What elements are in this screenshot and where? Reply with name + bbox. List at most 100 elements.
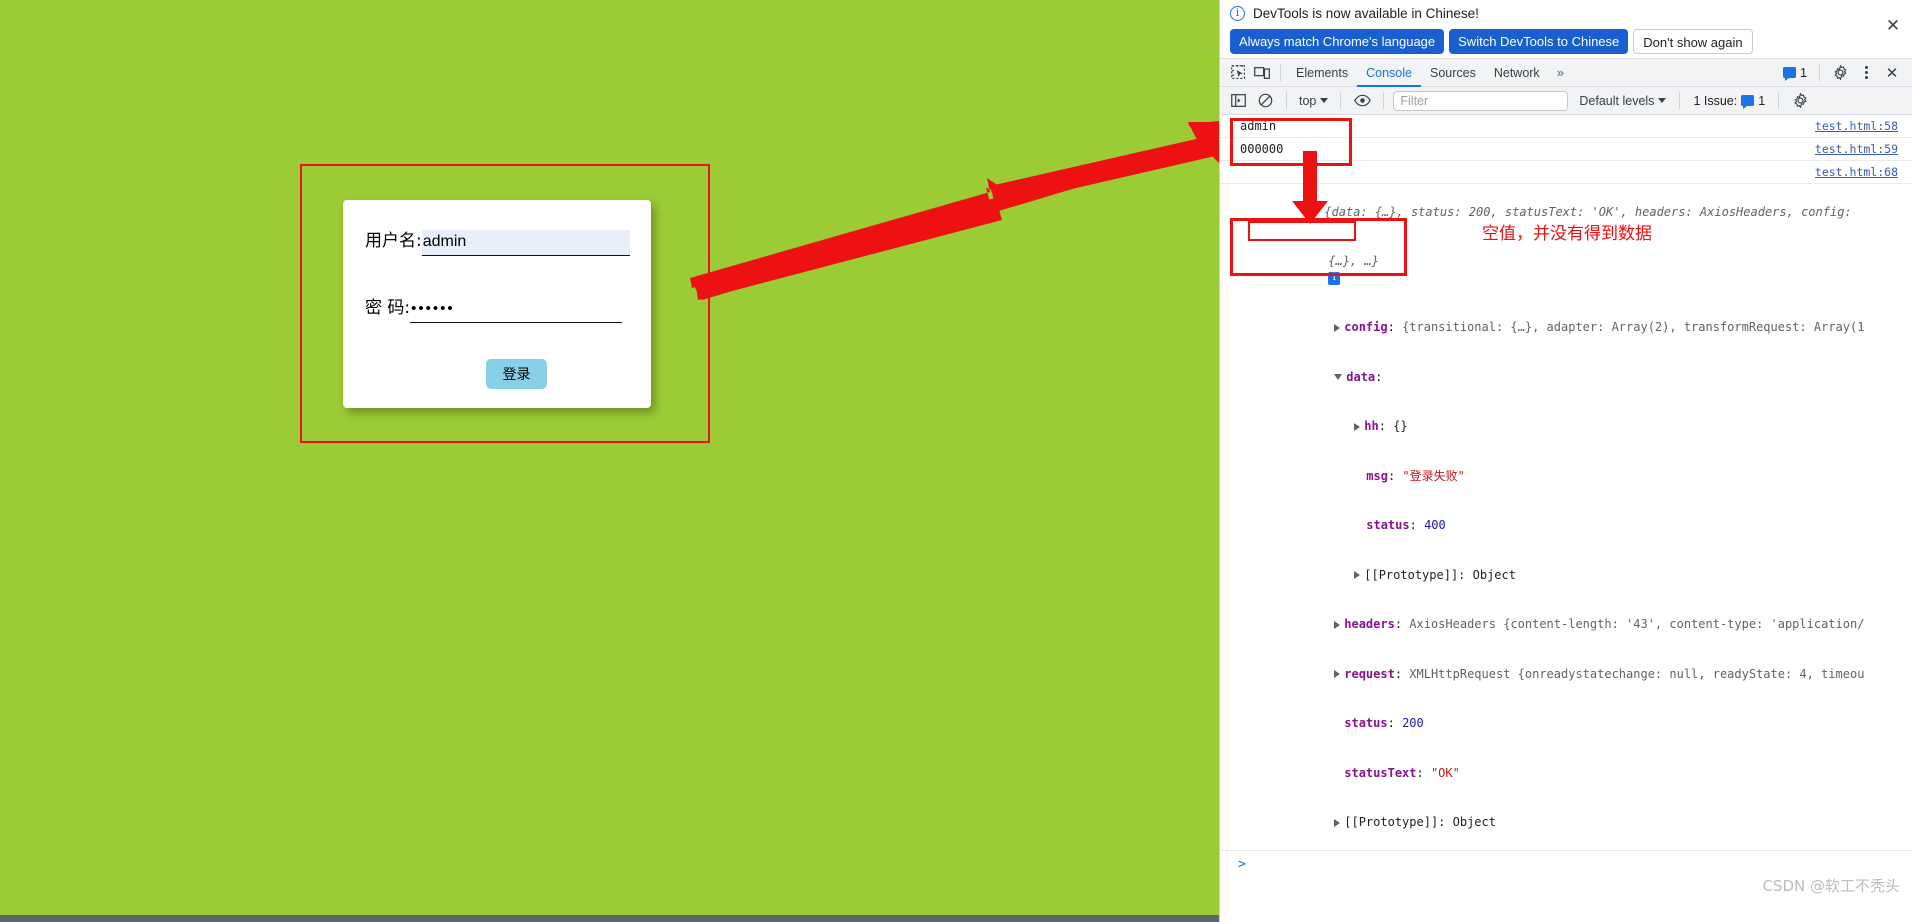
- issues-summary[interactable]: 1 Issue: 1: [1689, 93, 1769, 109]
- console-row-message: admin: [1240, 119, 1277, 133]
- data-prototype-text: [[Prototype]]: Object: [1364, 567, 1516, 582]
- chevron-down-icon-levels: [1658, 98, 1667, 103]
- data-status-value: 400: [1424, 518, 1446, 532]
- data-status-key: status: [1366, 518, 1410, 532]
- object-prop-config[interactable]: config: {transitional: {…}, adapter: Arr…: [1240, 303, 1912, 353]
- password-input[interactable]: ••••••: [410, 297, 623, 323]
- message-icon-2: [1741, 95, 1755, 109]
- message-icon: [1783, 67, 1797, 81]
- browser-page-pane: 用户名: admin 密 码: •••••• 登录: [0, 0, 1219, 922]
- headers-key: headers: [1344, 617, 1395, 631]
- object-prop-prototype[interactable]: [[Prototype]]: Object: [1240, 798, 1912, 848]
- object-prop-msg[interactable]: msg: "登录失败": [1240, 451, 1912, 501]
- username-row: 用户名: admin: [365, 226, 630, 256]
- inspect-element-icon[interactable]: [1226, 62, 1250, 84]
- dont-show-again-button[interactable]: Don't show again: [1633, 29, 1753, 54]
- object-summary-text-2: {…}, …}: [1328, 254, 1379, 268]
- more-tabs-chevron-icon[interactable]: »: [1549, 65, 1572, 80]
- issues-count-badge[interactable]: 1: [1779, 66, 1811, 81]
- statustext-value: "OK": [1430, 765, 1460, 780]
- disclosure-triangle-proto[interactable]: [1334, 818, 1341, 827]
- login-submit-button[interactable]: 登录: [486, 359, 547, 389]
- object-prop-data-prototype[interactable]: [[Prototype]]: Object: [1240, 550, 1912, 600]
- clear-console-icon[interactable]: [1253, 90, 1277, 112]
- always-match-language-button[interactable]: Always match Chrome's language: [1230, 29, 1445, 54]
- object-prop-hh[interactable]: hh: {}: [1240, 402, 1912, 452]
- prototype-text: [[Prototype]]: Object: [1344, 815, 1496, 829]
- close-devtools-icon[interactable]: ✕: [1880, 62, 1904, 84]
- console-sidebar-icon[interactable]: [1226, 90, 1250, 112]
- request-value: XMLHttpRequest {onreadystatechange: null…: [1409, 666, 1865, 681]
- disclosure-triangle-hh[interactable]: [1354, 422, 1361, 431]
- switch-to-chinese-button[interactable]: Switch DevTools to Chinese: [1449, 29, 1629, 54]
- filter-divider-1: [1286, 92, 1287, 109]
- tab-sources[interactable]: Sources: [1421, 59, 1485, 87]
- statustext-key: statusText: [1344, 765, 1417, 780]
- hh-value: {}: [1393, 419, 1408, 433]
- object-summary-text: {data: {…}, status: 200, statusText: 'OK…: [1324, 204, 1852, 219]
- config-key: config: [1344, 320, 1388, 334]
- console-settings-icon[interactable]: [1788, 90, 1812, 112]
- execution-context-select[interactable]: top: [1296, 94, 1331, 108]
- console-message-list[interactable]: admin test.html:58 000000 test.html:59 t…: [1220, 115, 1912, 922]
- object-prop-request[interactable]: request: XMLHttpRequest {onreadystatecha…: [1240, 649, 1912, 699]
- disclosure-triangle-data[interactable]: [1334, 374, 1343, 380]
- console-expanded-object[interactable]: {data: {…}, status: 200, statusText: 'OK…: [1220, 184, 1912, 851]
- info-badge-icon[interactable]: i: [1328, 271, 1341, 285]
- tab-network[interactable]: Network: [1485, 59, 1549, 87]
- chevron-down-icon: [1320, 98, 1329, 103]
- filter-input[interactable]: [1393, 90, 1569, 111]
- username-input[interactable]: admin: [421, 230, 630, 256]
- msg-key: msg: [1366, 468, 1388, 483]
- console-row-username[interactable]: admin test.html:58: [1220, 115, 1912, 138]
- gear-icon[interactable]: [1828, 62, 1852, 84]
- object-prop-data-status[interactable]: status: 400: [1240, 501, 1912, 551]
- devtools-language-notification: i DevTools is now available in Chinese! …: [1220, 0, 1912, 58]
- toolbar-divider-2: [1819, 64, 1820, 81]
- headers-value: AxiosHeaders {content-length: '43', cont…: [1409, 617, 1865, 631]
- username-label: 用户名:: [365, 231, 422, 251]
- request-key: request: [1344, 666, 1395, 681]
- object-prop-data[interactable]: data:: [1240, 352, 1912, 402]
- console-row-password[interactable]: 000000 test.html:59: [1220, 138, 1912, 161]
- issues-label: 1 Issue:: [1693, 93, 1738, 108]
- data-key: data: [1346, 369, 1376, 384]
- live-expression-icon[interactable]: [1350, 90, 1374, 112]
- issues-count-2: 1: [1758, 93, 1766, 108]
- object-prop-statustext[interactable]: statusText: "OK": [1240, 748, 1912, 798]
- filter-divider-3: [1383, 92, 1385, 109]
- disclosure-triangle-data-proto[interactable]: [1354, 571, 1361, 579]
- kebab-menu-icon[interactable]: [1854, 62, 1878, 84]
- console-row-source[interactable]: test.html:58: [1815, 119, 1898, 133]
- console-row-source-3[interactable]: test.html:68: [1815, 165, 1898, 179]
- disclosure-triangle-root[interactable]: [1312, 209, 1321, 215]
- status-value: 200: [1402, 716, 1424, 730]
- tab-elements[interactable]: Elements: [1287, 59, 1357, 87]
- console-row-response-header[interactable]: test.html:68: [1220, 161, 1912, 184]
- disclosure-triangle-config[interactable]: [1334, 323, 1341, 332]
- disclosure-triangle-request[interactable]: [1334, 670, 1341, 678]
- close-icon[interactable]: ✕: [1884, 17, 1902, 35]
- console-row-source-2[interactable]: test.html:59: [1815, 142, 1898, 156]
- device-toolbar-icon[interactable]: [1250, 62, 1274, 84]
- info-icon: i: [1230, 6, 1245, 21]
- object-prop-status[interactable]: status: 200: [1240, 699, 1912, 749]
- log-levels-select[interactable]: Default levels: [1579, 94, 1667, 108]
- tab-console[interactable]: Console: [1357, 59, 1421, 87]
- notification-buttons: Always match Chrome's language Switch De…: [1230, 29, 1902, 54]
- disclosure-triangle-headers[interactable]: [1334, 620, 1341, 629]
- page-bottom-strip: [0, 915, 1219, 922]
- screenshot-root: 用户名: admin 密 码: •••••• 登录 i DevTools is …: [0, 0, 1912, 922]
- password-row: 密 码: ••••••: [365, 293, 623, 323]
- object-summary-line-1[interactable]: {data: {…}, status: 200, statusText: 'OK…: [1240, 187, 1912, 237]
- filter-divider-4: [1679, 92, 1681, 109]
- password-input-value: ••••••: [410, 297, 623, 323]
- notification-title-row: i DevTools is now available in Chinese!: [1230, 0, 1902, 22]
- msg-value: "登录失败": [1402, 468, 1465, 483]
- object-prop-headers[interactable]: headers: AxiosHeaders {content-length: '…: [1240, 600, 1912, 650]
- password-label: 密 码:: [365, 298, 411, 318]
- devtools-tab-actions: 1 ✕: [1779, 62, 1906, 84]
- console-filter-toolbar: top Default levels 1 Issue: 1: [1220, 87, 1912, 115]
- page-background: [0, 0, 1219, 915]
- console-prompt[interactable]: >: [1220, 851, 1912, 872]
